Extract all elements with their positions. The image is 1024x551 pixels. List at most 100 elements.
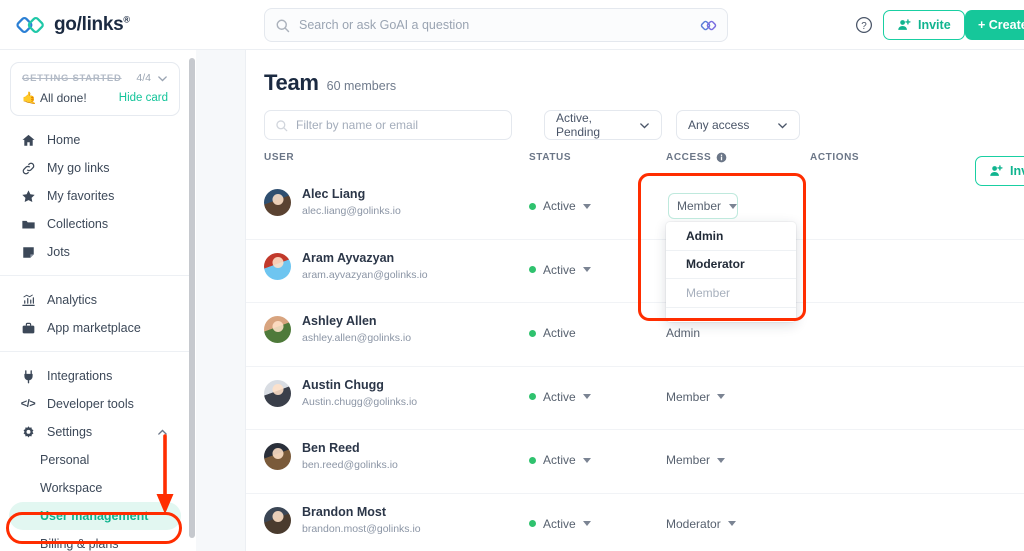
status-value: Active (543, 262, 576, 277)
sidebar-item-personal-label: Personal (40, 453, 90, 467)
chevron-up-icon[interactable] (157, 427, 168, 438)
sidebar-item-billing-plans[interactable]: Billing & plans (0, 530, 190, 551)
status-cell[interactable]: Active (529, 390, 591, 404)
sidebar-item-settings[interactable]: Settings (0, 418, 190, 446)
info-icon[interactable] (716, 152, 727, 163)
sidebar-item-developer-tools[interactable]: </> Developer tools (0, 390, 190, 418)
sidebar-item-collections[interactable]: Collections (0, 210, 190, 238)
code-icon: </> (20, 398, 36, 410)
star-icon (20, 188, 36, 204)
sidebar-item-collections-label: Collections (47, 217, 109, 231)
help-circle-icon[interactable]: ? (855, 16, 873, 34)
access-role-dropdown: Admin Moderator Member (666, 222, 796, 322)
user-name: Ben Reed (302, 441, 360, 455)
access-option-member-label: Member (686, 285, 731, 300)
getting-started-header[interactable]: GETTING STARTED 4/4 (22, 72, 168, 84)
avatar (264, 443, 291, 470)
status-cell: Active (529, 326, 576, 340)
status-dot-icon (529, 329, 536, 337)
user-cell: Brandon Most brandon.most@golinks.io (264, 505, 421, 536)
access-role-select-trigger[interactable]: Member (668, 193, 738, 219)
search-icon (276, 119, 288, 131)
sidebar-item-workspace[interactable]: Workspace (0, 474, 190, 502)
table-row[interactable]: Ben Reed ben.reed@golinks.io Active Member (246, 430, 1024, 494)
chevron-down-icon (640, 122, 649, 128)
getting-started-done-label: All done! (39, 91, 87, 105)
table-header: USER STATUS ACCESS ACTIONS (246, 152, 1024, 170)
getting-started-title: GETTING STARTED (22, 72, 122, 84)
status-filter-select[interactable]: Active, Pending (544, 110, 662, 140)
status-cell[interactable]: Active (529, 517, 591, 531)
access-value: Member (666, 389, 711, 404)
status-dot-icon (529, 520, 536, 527)
invite-button-topbar[interactable]: Invite (883, 10, 965, 40)
member-filter-input[interactable]: Filter by name or email (264, 110, 512, 140)
app-logo[interactable]: go/links® (0, 0, 248, 50)
status-cell[interactable]: Active (529, 199, 591, 213)
status-cell[interactable]: Active (529, 453, 591, 467)
analytics-icon (20, 292, 36, 308)
sidebar-item-billing-plans-label: Billing & plans (40, 537, 119, 551)
sidebar-item-personal[interactable]: Personal (0, 446, 190, 474)
status-cell[interactable]: Active (529, 263, 591, 277)
content-gutter (196, 50, 246, 551)
access-value: Member (666, 453, 711, 467)
access-cell[interactable]: Member (666, 453, 726, 467)
user-name: Brandon Most (302, 504, 387, 519)
sidebar-item-my-favorites[interactable]: My favorites (0, 182, 190, 210)
sidebar-item-integrations[interactable]: Integrations (0, 362, 190, 390)
global-search-input[interactable]: Search or ask GoAI a question (264, 8, 728, 42)
access-cell[interactable]: Moderator (666, 517, 736, 531)
sidebar-item-integrations-label: Integrations (47, 369, 113, 383)
search-icon (276, 19, 290, 32)
registered-mark: ® (123, 14, 130, 25)
user-email: ben.reed@golinks.io (302, 459, 398, 471)
sidebar-item-home[interactable]: Home (0, 126, 190, 154)
status-value: Active (543, 516, 576, 531)
member-filter-placeholder: Filter by name or email (296, 118, 419, 132)
sidebar-item-my-favorites-label: My favorites (47, 189, 115, 203)
chevron-down-icon[interactable] (157, 73, 168, 84)
table-row[interactable]: Aram Ayvazyan aram.ayvazyan@golinks.io Act… (246, 240, 1024, 303)
caret-down-icon (582, 203, 591, 209)
nav-group-insights: Analytics App marketplace (0, 275, 190, 351)
access-filter-select[interactable]: Any access (676, 110, 800, 140)
create-button[interactable]: + Create (965, 10, 1024, 40)
nav-group-primary: Home My go links My favorites Collection… (0, 116, 190, 275)
access-option-member[interactable]: Member (666, 279, 796, 308)
nav-group-admin: Integrations </> Developer tools Setting… (0, 351, 190, 551)
sidebar-item-jots-label: Jots (47, 245, 70, 259)
app-root: go/links® Search or ask GoAI a question … (0, 0, 1024, 551)
access-cell[interactable]: Member (666, 389, 726, 404)
hide-card-link[interactable]: Hide card (119, 92, 168, 104)
sidebar-item-my-go-links[interactable]: My go links (0, 154, 190, 182)
sidebar-item-jots[interactable]: Jots (0, 238, 190, 266)
column-header-user: USER (264, 152, 295, 163)
getting-started-count: 4/4 (136, 72, 151, 84)
status-value: Active (543, 453, 576, 467)
sidebar-item-app-marketplace[interactable]: App marketplace (0, 314, 190, 342)
getting-started-status-row: 🤙 All done! Hide card (22, 91, 168, 105)
table-row[interactable]: Brandon Most brandon.most@golinks.io Activ… (246, 494, 1024, 551)
table-row[interactable]: Ashley Allen ashley.allen@golinks.io Activ… (246, 303, 1024, 367)
dropdown-padding (666, 308, 796, 322)
caret-down-icon (582, 394, 591, 399)
create-button-label: + Create (978, 18, 1024, 32)
search-placeholder: Search or ask GoAI a question (299, 18, 470, 32)
user-cell: Ben Reed ben.reed@golinks.io (264, 441, 398, 472)
avatar (264, 252, 291, 280)
page-title: Team (264, 70, 319, 95)
table-row[interactable]: Austin Chugg Austin.chugg@golinks.io Activ… (246, 367, 1024, 430)
access-option-moderator[interactable]: Moderator (666, 251, 796, 279)
user-email: Austin.chugg@golinks.io (302, 395, 418, 408)
access-option-admin[interactable]: Admin (666, 222, 796, 251)
table-row[interactable]: Alec Liang alec.liang@golinks.io Active (246, 176, 1024, 240)
user-name: Ashley Allen (302, 314, 377, 328)
sidebar-scrollbar[interactable] (189, 58, 195, 538)
sidebar-item-analytics[interactable]: Analytics (0, 286, 190, 314)
page-header: Team 60 members (246, 50, 1024, 96)
invite-button-topbar-label: Invite (918, 18, 951, 32)
sidebar-item-user-management-label: User management (40, 509, 149, 523)
goai-sparkle-icon[interactable] (700, 17, 717, 34)
sidebar-item-user-management[interactable]: User management (9, 502, 181, 530)
